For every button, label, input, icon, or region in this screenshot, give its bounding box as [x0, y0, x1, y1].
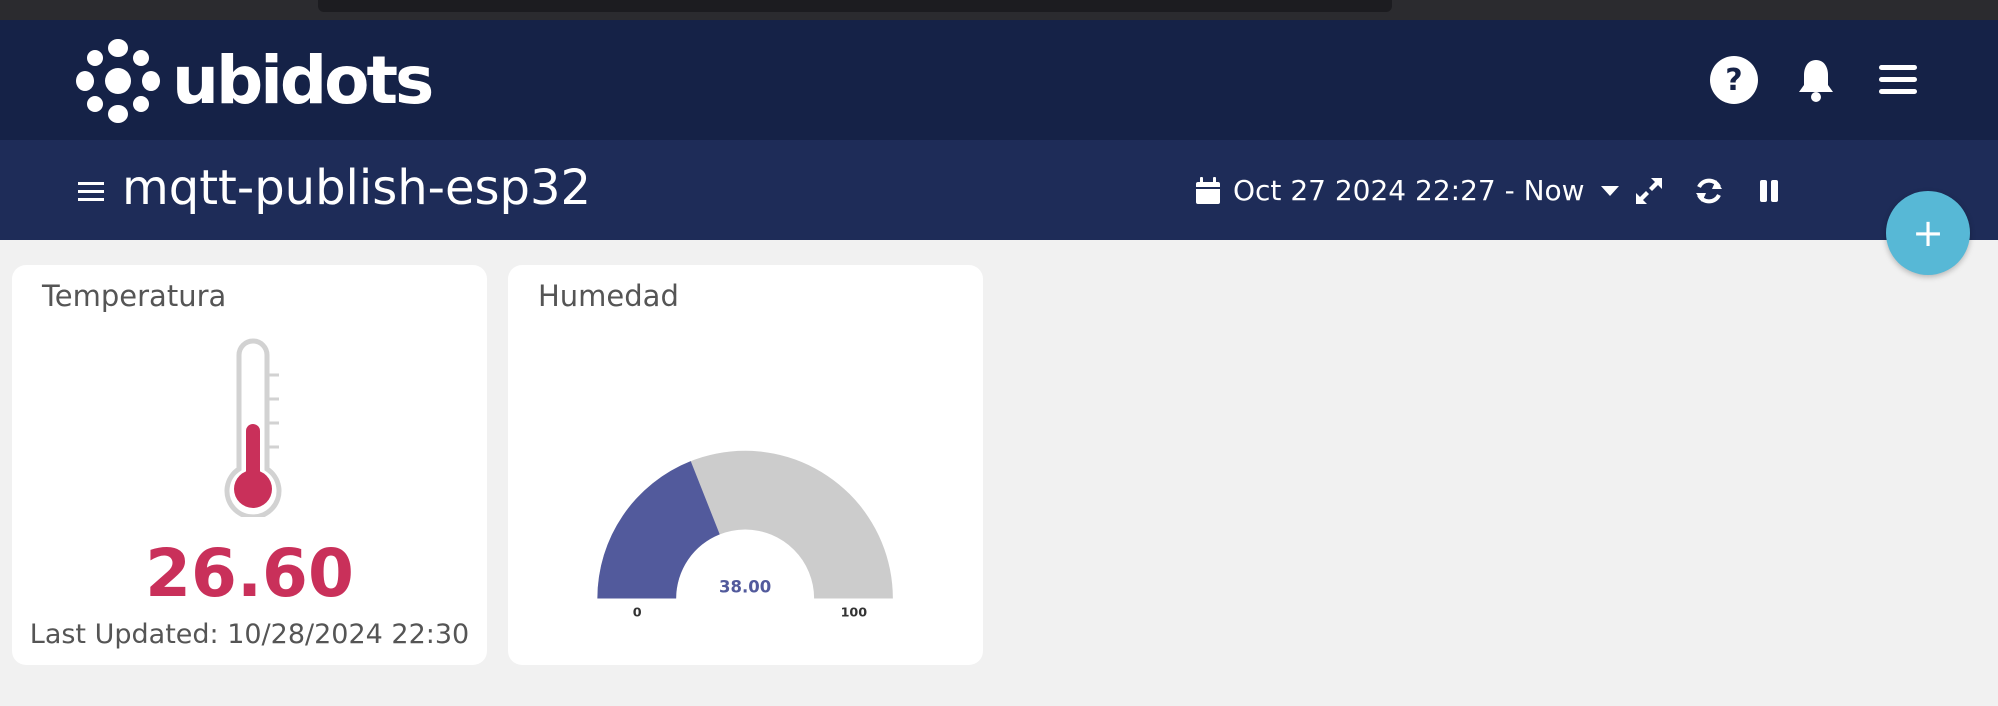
gauge-min-label: 0 [633, 606, 642, 621]
menu-icon[interactable] [1874, 56, 1922, 104]
dashboard-bar: mqtt-publish-esp32 Oct 27 2024 22:27 - N… [0, 140, 1998, 240]
temperature-widget[interactable]: Temperatura 26.60 Last Updated: 10/28/20… [12, 265, 487, 665]
humidity-widget[interactable]: Humedad 38.00 0 100 [508, 265, 983, 665]
browser-address-bar[interactable] [318, 0, 1392, 12]
add-widget-button[interactable]: + [1886, 191, 1970, 275]
calendar-icon [1196, 176, 1220, 204]
logo-dots-icon [76, 39, 160, 123]
ubidots-logo[interactable]: ubidots [76, 39, 434, 123]
widget-title: Humedad [538, 279, 679, 313]
gauge-max-label: 100 [841, 606, 868, 621]
top-navbar: ubidots ? [0, 20, 1998, 140]
last-updated-text: Last Updated: 10/28/2024 22:30 [29, 619, 470, 650]
bell-icon[interactable] [1792, 56, 1840, 104]
dashboard-list-icon[interactable] [76, 176, 106, 206]
logo-text: ubidots [172, 42, 434, 119]
date-range-label: Oct 27 2024 22:27 - Now [1233, 174, 1585, 207]
thermometer-icon [224, 338, 282, 517]
caret-down-icon [1600, 185, 1619, 196]
date-range-selector[interactable]: Oct 27 2024 22:27 - Now [1195, 174, 1619, 207]
refresh-icon[interactable] [1692, 174, 1726, 208]
humidity-gauge: 38.00 0 100 [597, 450, 893, 621]
gauge-value: 38.00 [719, 578, 771, 597]
dashboard-title: mqtt-publish-esp32 [122, 160, 592, 216]
expand-icon[interactable] [1632, 174, 1666, 208]
temperature-value: 26.60 [145, 535, 354, 612]
widget-title: Temperatura [42, 279, 227, 313]
pause-icon[interactable] [1752, 174, 1786, 208]
help-icon[interactable]: ? [1710, 56, 1758, 104]
svg-text:?: ? [1725, 63, 1742, 98]
browser-chrome [0, 0, 1998, 20]
